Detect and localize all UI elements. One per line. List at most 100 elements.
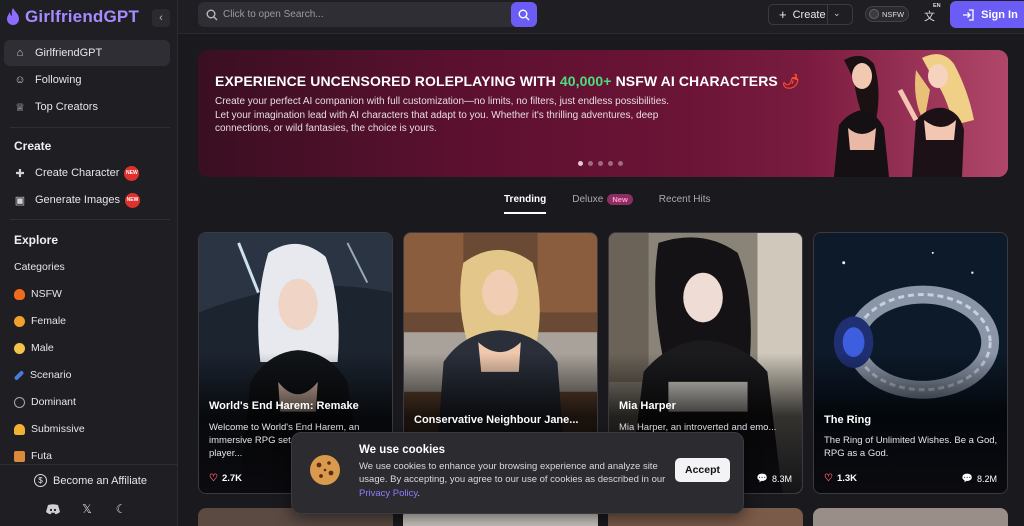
cookie-consent-dialog: We use cookies We use cookies to enhance… [291, 432, 744, 514]
new-badge: NEW [125, 192, 140, 208]
toggle-knob [869, 9, 879, 19]
tab-deluxe[interactable]: Deluxe New [572, 194, 633, 205]
logo-text: GirlfriendGPT [25, 7, 140, 26]
card-title: Conservative Neighbour Jane... [414, 414, 579, 426]
female-face-icon [14, 315, 25, 327]
search-icon [518, 9, 530, 20]
create-label: Create [792, 8, 826, 21]
search-input[interactable]: Click to open Search... [198, 2, 537, 27]
banner-desc-line-2: Let your imagination lead with AI charac… [215, 109, 659, 135]
category-submissive[interactable]: Submissive [14, 423, 85, 435]
male-face-icon [14, 342, 25, 354]
hero-banner[interactable]: EXPERIENCE UNCENSORED ROLEPLAYING WITH 4… [198, 50, 1008, 177]
likes-count: ♡ 1.3K [824, 473, 857, 484]
carousel-dot[interactable] [618, 161, 623, 166]
tab-label: Deluxe [572, 194, 604, 205]
chevron-down-icon[interactable]: ⌄ [833, 8, 841, 19]
category-futa[interactable]: Futa [14, 450, 52, 462]
fire-icon [14, 288, 25, 300]
sidebar-item-home[interactable]: ⌂ GirlfriendGPT [4, 40, 170, 66]
heart-icon: ♡ [209, 473, 218, 484]
sidebar-item-following[interactable]: ☺ Following [4, 67, 170, 93]
plus-icon: + [779, 7, 787, 22]
sign-in-button[interactable]: Sign In [950, 1, 1024, 28]
carousel-dot[interactable] [578, 161, 583, 166]
login-icon [963, 8, 974, 21]
futa-icon [14, 450, 25, 462]
character-card-partial[interactable] [813, 508, 1008, 526]
sign-in-label: Sign In [981, 8, 1018, 21]
logo[interactable]: GirlfriendGPT [6, 7, 139, 27]
search-button[interactable] [511, 2, 537, 27]
active-tab-indicator [504, 212, 546, 214]
moon-theme-icon[interactable]: ☾ [112, 500, 130, 518]
create-section-title: Create [14, 139, 52, 153]
chats-value: 8.2M [976, 473, 997, 484]
likes-count: ♡ 2.7K [209, 473, 242, 484]
chili-pepper-icon: 🌶 [781, 73, 800, 89]
pen-icon [13, 369, 25, 381]
category-male[interactable]: Male [14, 342, 54, 354]
app-root: GirlfriendGPT ‹ ⌂ GirlfriendGPT ☺ Follow… [0, 0, 1024, 526]
sidebar-item-create-character[interactable]: ✚ Create Character NEW [4, 160, 170, 186]
chat-bubble-icon: 💬 [961, 473, 973, 483]
banner-title-highlight: 40,000+ [559, 73, 612, 89]
chats-count: 💬 8.2M [962, 473, 997, 484]
chat-bubble-icon: 💬 [756, 473, 768, 483]
language-selector[interactable]: 文 EN [924, 3, 942, 23]
category-label: Submissive [31, 423, 85, 435]
sidebar-item-top-creators[interactable]: ♕ Top Creators [4, 94, 170, 120]
category-nsfw[interactable]: NSFW [14, 288, 62, 300]
affiliate-label: Become an Affiliate [53, 474, 147, 487]
carousel-dot[interactable] [608, 161, 613, 166]
category-scenario[interactable]: Scenario [13, 369, 72, 381]
feed-tabs: Trending Deluxe New Recent Hits [504, 194, 710, 205]
search-icon [206, 9, 218, 20]
category-label: Male [31, 342, 54, 354]
sidebar-item-generate-images[interactable]: ▣ Generate Images NEW [4, 187, 170, 213]
character-card[interactable]: The Ring The Ring of Unlimited Wishes. B… [813, 232, 1008, 494]
search-placeholder: Click to open Search... [223, 9, 324, 20]
banner-title-pre: EXPERIENCE UNCENSORED ROLEPLAYING WITH [215, 73, 560, 89]
accept-cookies-button[interactable]: Accept [675, 458, 730, 482]
categories-label[interactable]: Categories [14, 261, 65, 273]
become-affiliate-link[interactable]: $ Become an Affiliate [34, 474, 147, 487]
dollar-coin-icon: $ [34, 474, 47, 487]
divider [10, 127, 170, 128]
create-button[interactable]: + Create ⌄ [768, 4, 853, 25]
carousel-dot[interactable] [588, 161, 593, 166]
category-female[interactable]: Female [14, 315, 66, 327]
chats-count: 💬 8.3M [757, 473, 792, 484]
new-badge: New [607, 194, 633, 205]
categories-label-text: Categories [14, 261, 65, 273]
category-label: Scenario [30, 369, 72, 381]
nsfw-toggle[interactable]: NSFW [865, 6, 909, 22]
card-title: World's End Harem: Remake [209, 400, 359, 412]
cookie-title: We use cookies [359, 444, 446, 456]
banner-description: Create your perfect AI companion with fu… [215, 95, 715, 136]
sidebar: GirlfriendGPT ‹ ⌂ GirlfriendGPT ☺ Follow… [0, 0, 178, 526]
divider [0, 464, 178, 465]
tab-trending[interactable]: Trending [504, 194, 546, 205]
chain-icon [14, 396, 25, 408]
collapse-sidebar-button[interactable]: ‹ [152, 9, 170, 27]
privacy-policy-link[interactable]: Privacy Policy [359, 488, 417, 499]
new-badge: NEW [124, 165, 140, 181]
nsfw-toggle-label: NSFW [882, 9, 905, 19]
category-dominant[interactable]: Dominant [14, 396, 76, 408]
carousel-dot[interactable] [598, 161, 603, 166]
sidebar-item-label: Create Character [35, 167, 120, 179]
bell-icon [14, 423, 25, 435]
banner-characters-image [804, 50, 1008, 177]
discord-icon[interactable] [44, 500, 62, 518]
flame-logo-icon [7, 8, 19, 25]
tab-label: Recent Hits [658, 194, 711, 205]
banner-title: EXPERIENCE UNCENSORED ROLEPLAYING WITH 4… [215, 73, 800, 90]
x-twitter-icon[interactable]: 𝕏 [78, 500, 96, 518]
card-title: Mia Harper [619, 400, 676, 412]
tab-recent-hits[interactable]: Recent Hits [659, 194, 711, 205]
image-icon: ▣ [14, 194, 26, 207]
sidebar-item-label: GirlfriendGPT [35, 47, 103, 59]
trophy-icon: ♕ [15, 101, 25, 114]
category-label: Female [31, 315, 67, 327]
